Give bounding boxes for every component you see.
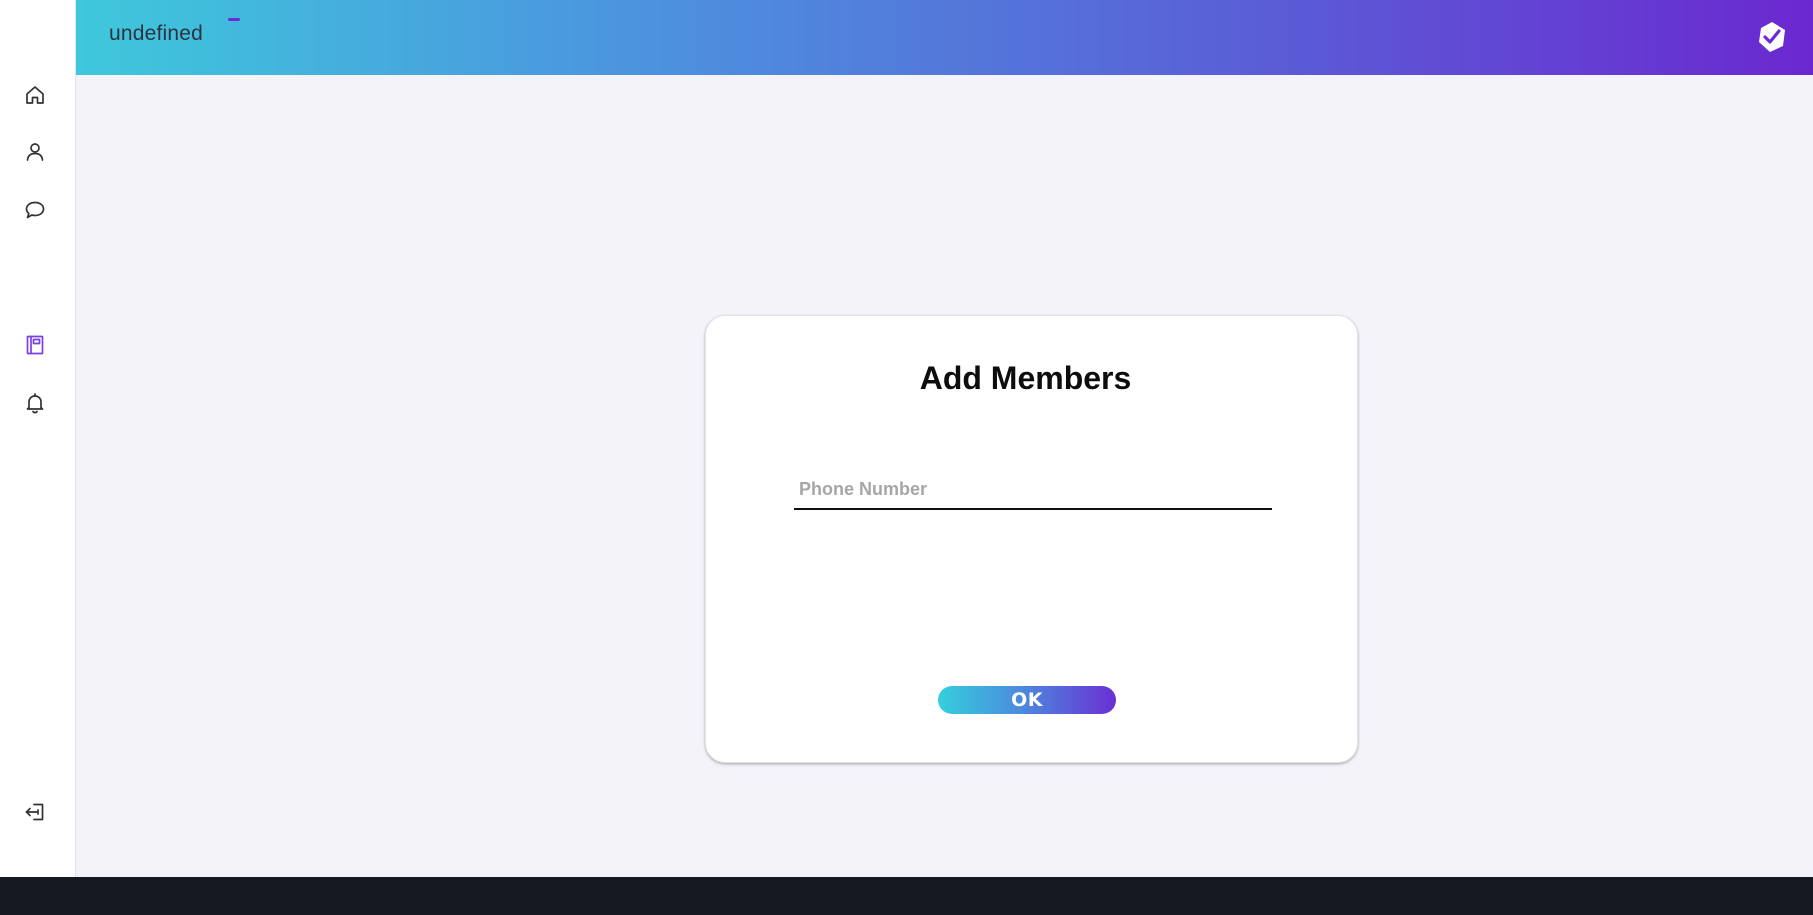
sidebar-item-profile[interactable]	[20, 137, 50, 167]
sidebar-item-messages[interactable]	[20, 195, 50, 225]
bell-icon	[26, 393, 44, 414]
check-badge-icon	[1759, 22, 1785, 52]
ok-button[interactable]: OK	[938, 686, 1116, 714]
chat-bubble-icon	[25, 201, 45, 219]
logout-icon	[25, 803, 44, 821]
brand-name: undefined	[109, 22, 204, 45]
main-content: Add Members OK	[76, 75, 1813, 877]
notebook-icon	[26, 335, 44, 355]
sidebar	[0, 0, 76, 877]
sidebar-item-home[interactable]	[20, 80, 50, 110]
app-logo-button[interactable]	[1755, 20, 1789, 54]
dialog-title: Add Members	[919, 360, 1132, 396]
home-icon	[26, 86, 44, 104]
brand-accent-mark	[228, 18, 240, 21]
phone-number-input[interactable]	[794, 464, 1272, 510]
sidebar-item-notebook[interactable]	[20, 330, 50, 360]
add-members-dialog: Add Members OK	[705, 315, 1358, 763]
top-bar: undefined	[76, 0, 1813, 75]
sidebar-item-notifications[interactable]	[20, 388, 50, 418]
bottom-bar	[0, 877, 1813, 915]
logout-button[interactable]	[20, 797, 50, 827]
user-icon	[26, 143, 44, 161]
